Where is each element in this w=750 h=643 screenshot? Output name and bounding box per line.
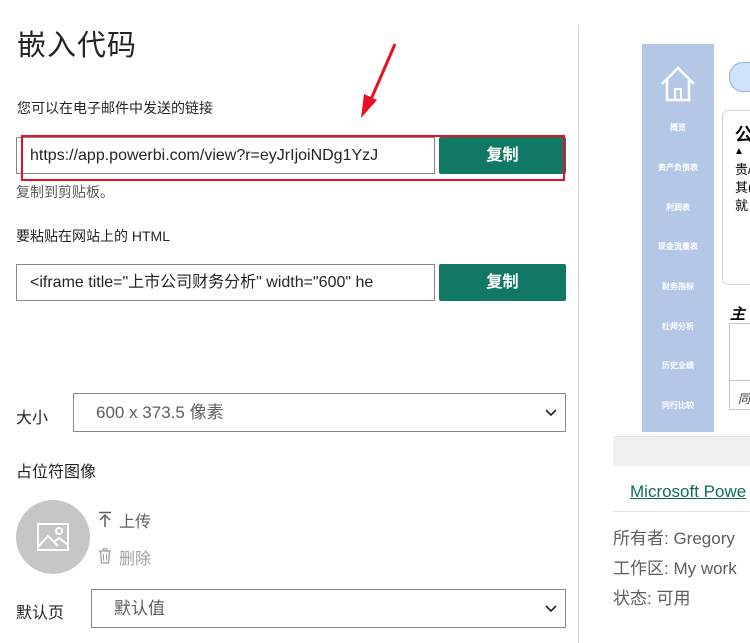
card-text: 贵/ 其( 就 — [735, 161, 750, 215]
size-select-value: 600 x 373.5 像素 — [96, 403, 224, 422]
nav-item-indicators[interactable]: 财务指标 — [642, 281, 714, 292]
nav-item-balance-sheet[interactable]: 资产负债表 — [642, 162, 714, 173]
nav-item-history[interactable]: 历史业绩 — [642, 360, 714, 371]
upload-label: 上传 — [119, 514, 152, 531]
table-rule — [730, 380, 750, 381]
workspace-text: 工作区: My work — [613, 559, 737, 578]
html-label: 要粘贴在网站上的 HTML — [16, 228, 170, 244]
report-link[interactable]: Microsoft Powe — [630, 482, 746, 502]
upload-icon — [97, 511, 113, 532]
panel-divider — [578, 25, 579, 643]
size-select[interactable]: 600 x 373.5 像素 — [73, 393, 566, 432]
html-field[interactable]: <iframe title="上市公司财务分析" width="600" he — [16, 264, 435, 301]
preview-nav: 概览 资产负债表 利润表 现金流量表 财务指标 杜邦分析 历史业绩 同行比较 — [642, 44, 714, 432]
placeholder-image — [16, 500, 90, 574]
card-line: 其( — [735, 180, 750, 195]
preview-pill — [729, 62, 750, 92]
footer-divider — [613, 511, 750, 512]
chevron-down-icon — [545, 605, 557, 613]
triangle-icon: ▲ — [734, 146, 744, 157]
nav-item-dupont[interactable]: 杜邦分析 — [642, 321, 714, 332]
home-icon — [661, 66, 695, 102]
status-text: 状态: 可用 — [613, 589, 691, 608]
copy-html-button[interactable]: 复制 — [439, 264, 566, 301]
default-page-label: 默认页 — [16, 605, 65, 622]
image-icon — [37, 523, 69, 551]
preview-section-title: 主 — [730, 306, 746, 323]
chevron-down-icon — [545, 409, 557, 417]
card-line: 就 — [735, 198, 749, 213]
table-cell: 同 — [738, 392, 750, 406]
nav-item-income[interactable]: 利润表 — [642, 202, 714, 213]
preview-footer-bar — [613, 436, 750, 466]
default-page-value: 默认值 — [114, 599, 165, 618]
placeholder-label: 占位符图像 — [16, 464, 97, 481]
preview-table: 同 — [729, 323, 750, 410]
nav-item-cash-flow[interactable]: 现金流量表 — [642, 241, 714, 252]
default-page-select[interactable]: 默认值 — [91, 589, 566, 628]
link-label: 您可以在电子邮件中发送的链接 — [17, 100, 213, 116]
upload-button[interactable]: 上传 — [97, 508, 151, 532]
nav-item-overview[interactable]: 概览 — [642, 122, 714, 133]
highlight-box — [21, 135, 565, 181]
delete-button[interactable]: 删除 — [97, 545, 151, 569]
owner-text: 所有者: Gregory — [613, 529, 735, 548]
trash-icon — [97, 548, 113, 569]
size-label: 大小 — [16, 410, 49, 427]
embed-dialog: 嵌入代码 您可以在电子邮件中发送的链接 https://app.powerbi.… — [0, 0, 580, 643]
delete-label: 删除 — [119, 551, 152, 568]
preview-card: 公 ▲ 贵/ 其( 就 — [722, 110, 750, 285]
copied-status: 复制到剪贴板。 — [16, 184, 114, 200]
dialog-title: 嵌入代码 — [17, 30, 138, 62]
card-line: 贵/ — [735, 162, 750, 177]
annotation-arrow-icon — [361, 43, 397, 118]
nav-item-peers[interactable]: 同行比较 — [642, 400, 714, 411]
card-title: 公 — [735, 121, 750, 147]
